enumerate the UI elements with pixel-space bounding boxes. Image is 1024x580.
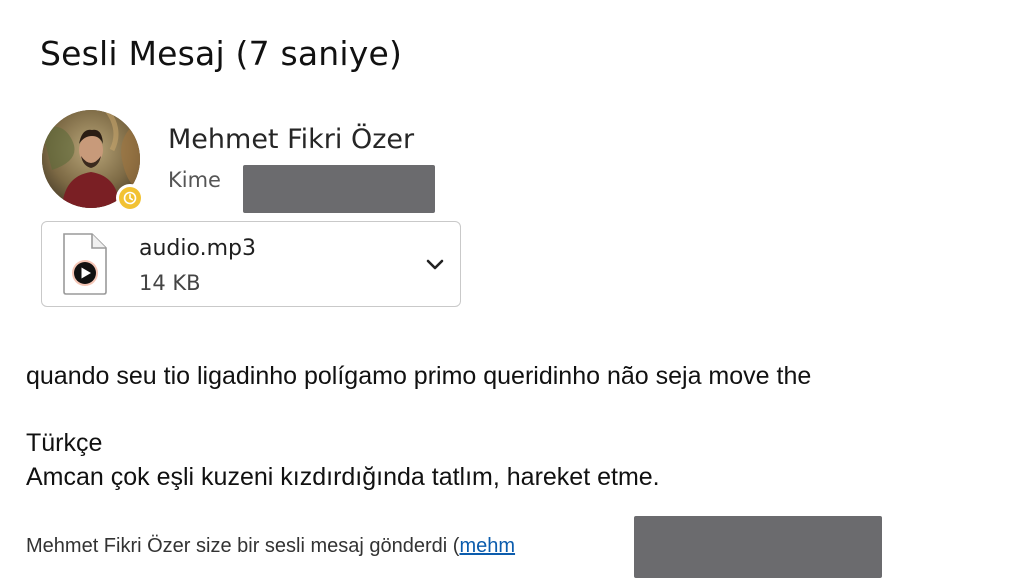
sender-name[interactable]: Mehmet Fikri Özer: [168, 124, 414, 155]
footer-notice: Mehmet Fikri Özer size bir sesli mesaj g…: [26, 535, 515, 558]
message-body-line: quando seu tio ligadinho polígamo primo …: [26, 362, 812, 390]
audio-file-icon: [63, 233, 107, 295]
away-clock-icon: [119, 187, 141, 209]
message-body-translation: Amcan çok eşli kuzeni kızdırdığında tatl…: [26, 463, 660, 491]
attachment-name: audio.mp3: [139, 236, 256, 261]
language-label: Türkçe: [26, 429, 103, 457]
recipient-redacted: [243, 165, 435, 213]
presence-badge: [116, 184, 144, 212]
email-view: Sesli Mesaj (7 saniye) Mehmet Fikri Özer…: [0, 0, 1024, 580]
recipient-label: Kime: [168, 168, 221, 192]
sender-email-link[interactable]: mehm: [459, 535, 515, 557]
attachment-card[interactable]: audio.mp3 14 KB: [41, 221, 461, 307]
footer-redacted: [634, 516, 882, 578]
email-subject: Sesli Mesaj (7 saniye): [40, 34, 403, 73]
attachment-size: 14 KB: [139, 271, 201, 295]
footer-text: Mehmet Fikri Özer size bir sesli mesaj g…: [26, 535, 460, 557]
chevron-down-icon[interactable]: [422, 252, 448, 278]
